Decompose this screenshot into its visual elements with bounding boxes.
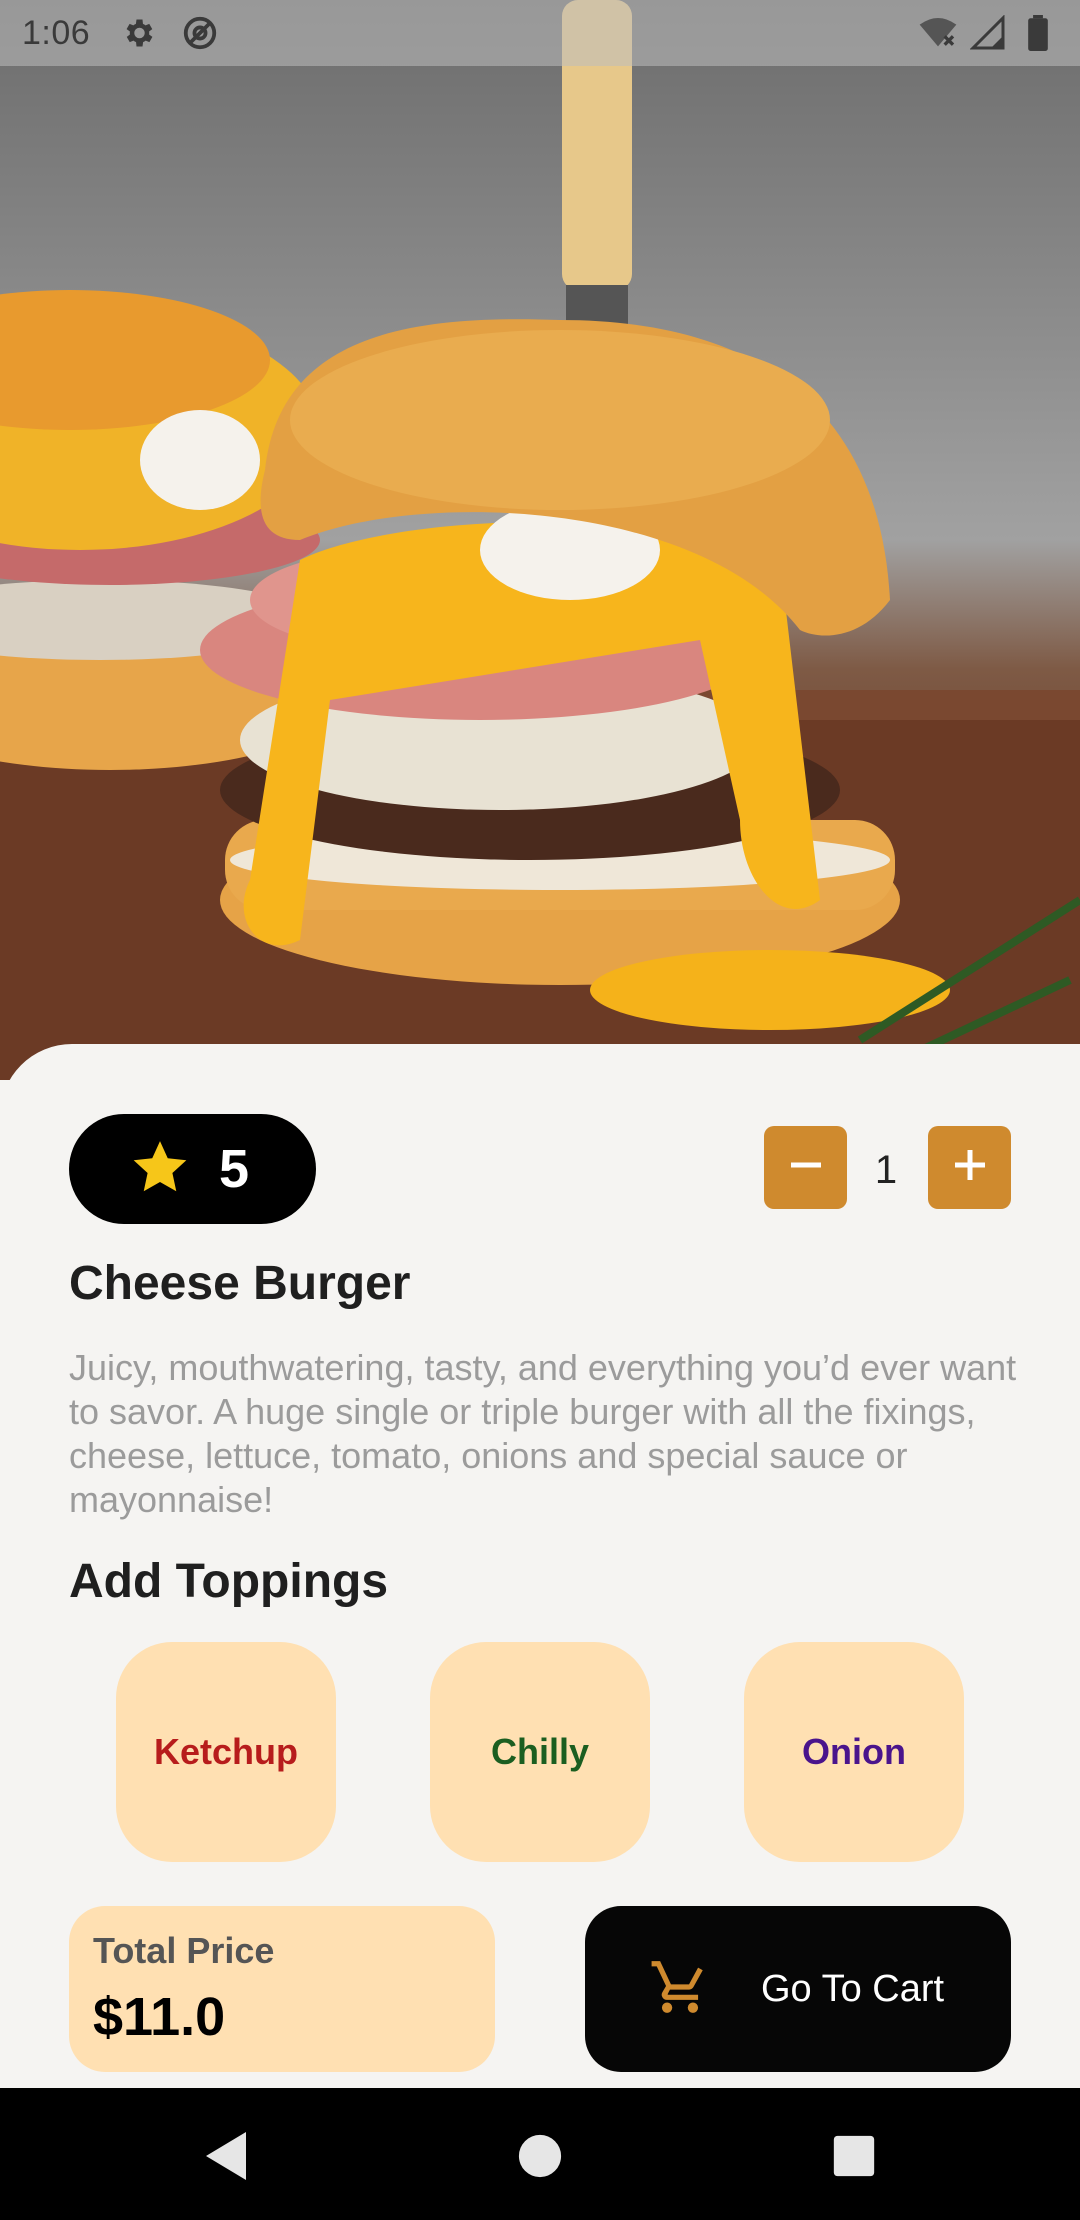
star-icon [129, 1136, 191, 1203]
at-icon [180, 13, 220, 53]
cart-icon [649, 1956, 711, 2023]
battery-icon [1018, 13, 1058, 53]
quantity-value: 1 [874, 1148, 898, 1192]
go-to-cart-label: Go To Cart [761, 1967, 945, 2010]
product-sheet: 5 1 Cheese Burger Juicy, mouthwatering, … [0, 1044, 1080, 2088]
topping-ketchup-button[interactable]: Ketchup [116, 1642, 336, 1862]
plus-icon [950, 1145, 990, 1190]
topping-onion-button[interactable]: Onion [744, 1642, 964, 1862]
decrease-quantity-button[interactable] [764, 1126, 847, 1209]
back-icon[interactable] [198, 2128, 254, 2184]
navigation-bar [0, 2088, 1080, 2220]
product-detail-screen: 1:06 5 1 Cheese Burger Juicy, mouthwater… [0, 0, 1080, 2220]
status-time: 1:06 [22, 13, 91, 52]
wifi-off-icon [918, 13, 958, 53]
total-price-box: Total Price $11.0 [69, 1906, 495, 2072]
home-icon[interactable] [512, 2128, 568, 2184]
minus-icon [786, 1145, 826, 1190]
product-title: Cheese Burger [69, 1257, 411, 1310]
topping-label: Ketchup [154, 1731, 298, 1772]
status-bar: 1:06 [0, 0, 1080, 66]
total-price-label: Total Price [93, 1930, 275, 1971]
topping-label: Chilly [490, 1731, 589, 1772]
topping-chilly-button[interactable]: Chilly [430, 1642, 650, 1862]
hero-image [0, 0, 1080, 1080]
signal-icon [968, 13, 1008, 53]
topping-label: Onion [802, 1731, 906, 1772]
go-to-cart-button[interactable]: Go To Cart [585, 1906, 1011, 2072]
increase-quantity-button[interactable] [928, 1126, 1011, 1209]
gear-icon [118, 13, 158, 53]
product-description: Juicy, mouthwatering, tasty, and everyth… [69, 1347, 1017, 1520]
total-price-value: $11.0 [93, 1987, 226, 2047]
recents-icon[interactable] [826, 2128, 882, 2184]
rating-value: 5 [219, 1139, 250, 1199]
toppings-heading: Add Toppings [69, 1555, 389, 1608]
rating-badge: 5 [69, 1114, 316, 1224]
